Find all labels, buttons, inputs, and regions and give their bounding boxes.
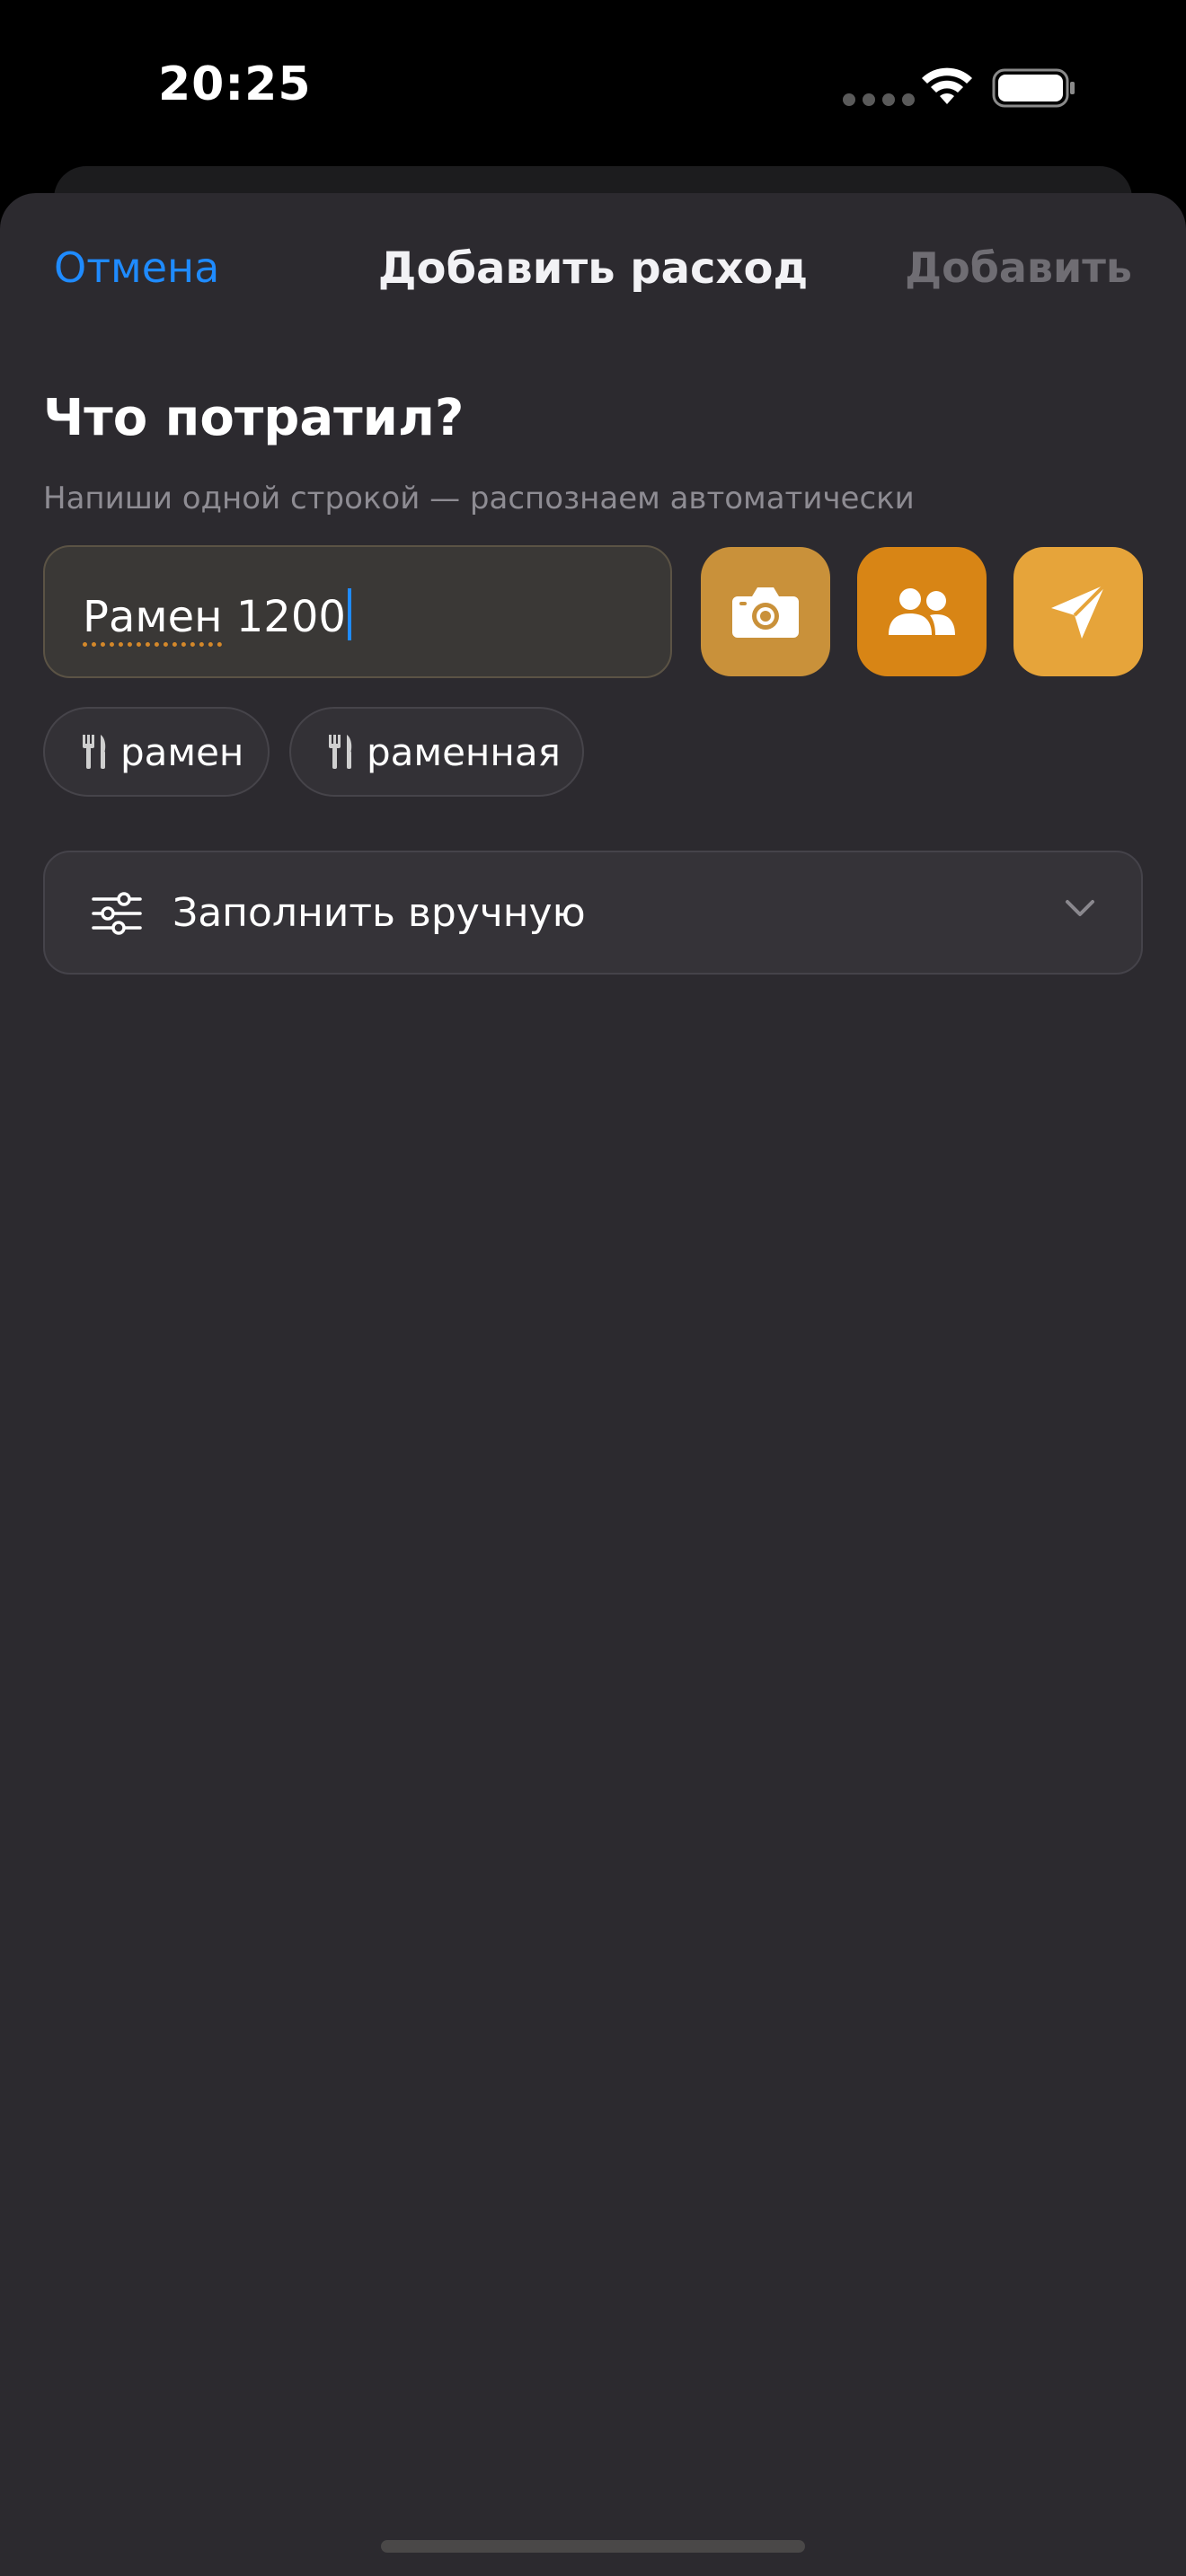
add-expense-sheet: Отмена Добавить расход Добавить Что потр… bbox=[0, 193, 1186, 2576]
fork-knife-icon bbox=[81, 733, 108, 771]
people-icon bbox=[889, 588, 955, 635]
manual-entry-toggle[interactable]: Заполнить вручную bbox=[43, 851, 1143, 975]
status-time: 20:25 bbox=[158, 57, 312, 111]
manual-entry-label: Заполнить вручную bbox=[173, 890, 586, 936]
suggestion-chip-label: раменная bbox=[367, 729, 561, 774]
send-button[interactable] bbox=[1013, 547, 1143, 676]
spellcheck-word: Рамен bbox=[83, 592, 223, 647]
camera-icon bbox=[732, 587, 799, 638]
form-hint: Напиши одной строкой — распознаем автома… bbox=[43, 481, 915, 516]
form-heading: Что потратил? bbox=[43, 389, 465, 447]
split-people-button[interactable] bbox=[857, 547, 987, 676]
suggestion-chip-label: рамен bbox=[120, 729, 244, 774]
status-bar: 20:25 bbox=[0, 0, 1186, 171]
add-button[interactable]: Добавить bbox=[905, 243, 1132, 292]
expense-input[interactable]: Рамен 1200 bbox=[43, 545, 672, 678]
suggestion-chip-ramen[interactable]: рамен bbox=[43, 707, 270, 797]
expense-input-value: Рамен 1200 bbox=[83, 588, 351, 647]
fork-knife-icon bbox=[327, 733, 354, 771]
chevron-down-icon bbox=[1066, 900, 1094, 916]
camera-button[interactable] bbox=[701, 547, 830, 676]
home-indicator[interactable] bbox=[381, 2540, 805, 2553]
wifi-icon bbox=[922, 67, 972, 104]
suggestion-chip-ramennaya[interactable]: раменная bbox=[289, 707, 584, 797]
text-caret bbox=[347, 588, 351, 640]
sliders-icon bbox=[92, 892, 142, 935]
battery-icon bbox=[992, 68, 1075, 108]
signal-dots-icon bbox=[843, 93, 915, 106]
send-icon bbox=[1051, 583, 1107, 639]
input-amount-text: 1200 bbox=[222, 592, 346, 642]
